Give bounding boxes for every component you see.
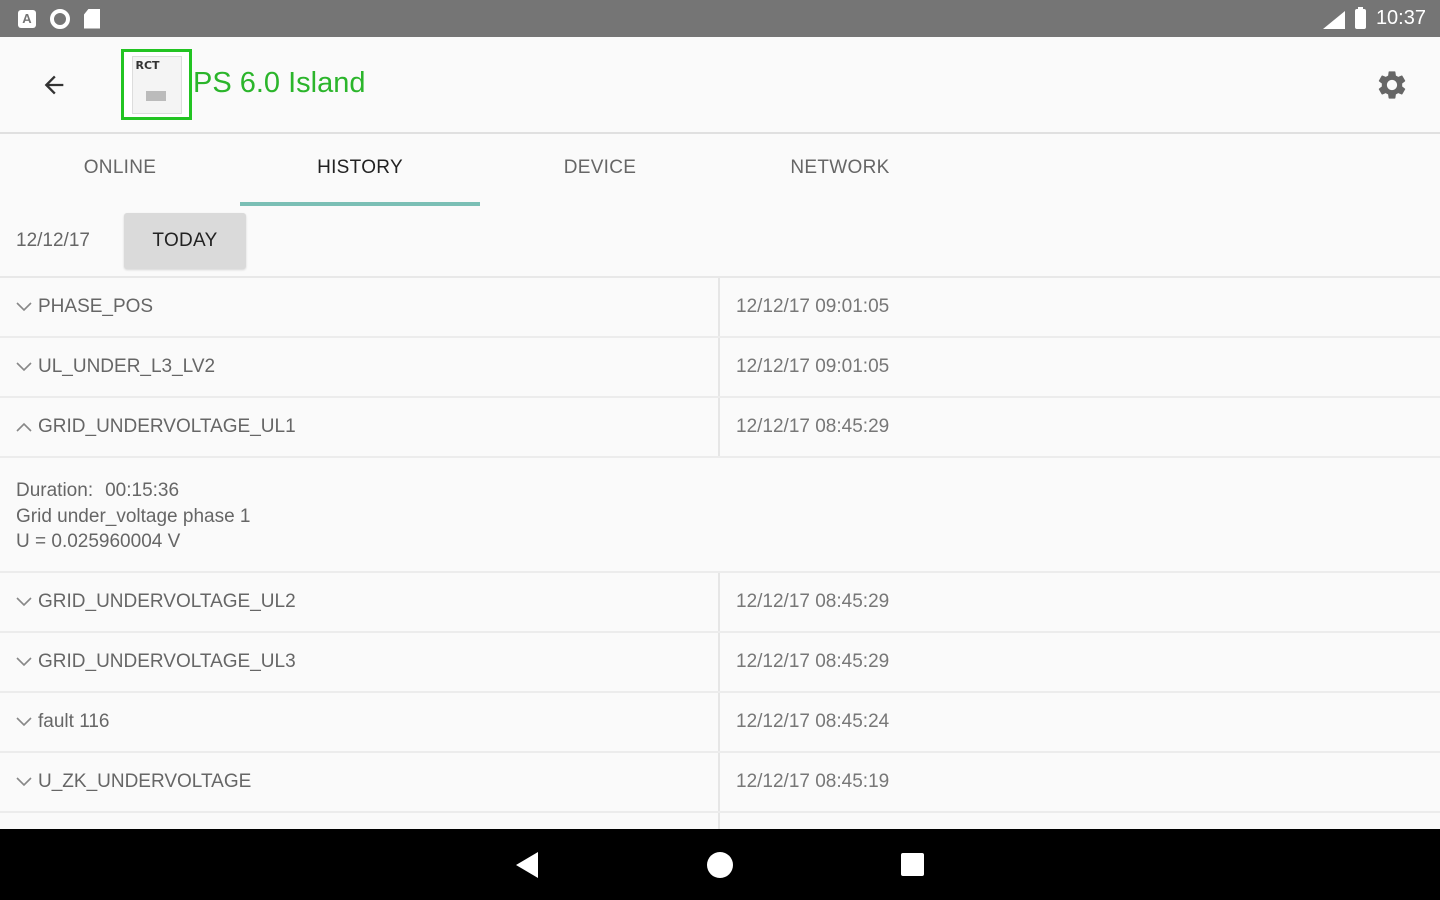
event-name: GRID_UNDERVOLTAGE_UL1 bbox=[38, 416, 296, 437]
back-button[interactable] bbox=[36, 67, 72, 103]
event-name-cell: GRID_UNDERVOLTAGE_UL3 bbox=[0, 633, 720, 691]
status-bar-left: A bbox=[18, 8, 100, 29]
device-logo-display bbox=[145, 90, 166, 101]
tab-network[interactable]: NETWORK bbox=[720, 136, 960, 206]
device-logo-image: RCT bbox=[131, 55, 182, 114]
nav-recents-icon[interactable] bbox=[901, 853, 924, 876]
event-description: Grid under_voltage phase 1 bbox=[16, 506, 251, 527]
page-title: PS 6.0 Island bbox=[193, 67, 366, 99]
selected-date[interactable]: 12/12/17 bbox=[16, 230, 90, 252]
a-notification-icon: A bbox=[18, 9, 36, 28]
chevron-down-icon bbox=[14, 712, 34, 732]
event-name-cell: U_ZK_UNDERVOLTAGE bbox=[0, 753, 720, 811]
event-row[interactable]: GRID_UNDERVOLTAGE_UL2 12/12/17 08:45:29 bbox=[0, 573, 1440, 633]
circle-notification-icon bbox=[50, 8, 70, 29]
event-row[interactable]: U_ZK_UNDERVOLTAGE 12/12/17 08:45:19 bbox=[0, 753, 1440, 813]
event-name: GRID_UNDERVOLTAGE_UL3 bbox=[38, 651, 296, 672]
gear-icon bbox=[1378, 71, 1406, 99]
event-time: 12/12/17 08:45:29 bbox=[736, 416, 890, 437]
arrow-back-icon bbox=[44, 75, 64, 95]
event-row[interactable]: UL_UNDER_L3_LV2 12/12/17 09:01:05 bbox=[0, 338, 1440, 398]
event-history-list: PHASE_POS 12/12/17 09:01:05 UL_UNDER_L3_… bbox=[0, 278, 1440, 833]
app-bar: RCT PS 6.0 Island bbox=[0, 37, 1440, 134]
chevron-down-icon bbox=[14, 297, 34, 317]
chevron-up-icon bbox=[14, 417, 34, 437]
battery-icon bbox=[1354, 6, 1366, 29]
event-name-cell: GRID_UNDERVOLTAGE_UL2 bbox=[0, 573, 720, 631]
tab-online[interactable]: ONLINE bbox=[0, 136, 240, 206]
nav-home-icon[interactable] bbox=[707, 852, 733, 878]
chevron-down-icon bbox=[14, 652, 34, 672]
status-time: 10:37 bbox=[1375, 7, 1426, 29]
event-value: U = 0.025960004 V bbox=[16, 531, 181, 552]
event-duration: Duration: 00:15:36 bbox=[16, 477, 1424, 504]
event-name: U_ZK_UNDERVOLTAGE bbox=[38, 771, 252, 792]
tab-history[interactable]: HISTORY bbox=[240, 136, 480, 206]
today-button[interactable]: TODAY bbox=[124, 213, 246, 269]
event-row[interactable]: fault 116 12/12/17 08:45:24 bbox=[0, 693, 1440, 753]
settings-button[interactable] bbox=[1372, 65, 1412, 105]
event-time: 12/12/17 08:45:24 bbox=[736, 711, 890, 732]
duration-label: Duration: bbox=[16, 480, 94, 501]
event-time: 12/12/17 09:01:05 bbox=[736, 356, 890, 377]
chevron-down-icon bbox=[14, 357, 34, 377]
event-name-cell: PHASE_POS bbox=[0, 278, 720, 336]
duration-value: 00:15:36 bbox=[105, 480, 180, 501]
event-time: 12/12/17 08:45:29 bbox=[736, 651, 890, 672]
sd-card-icon bbox=[84, 8, 100, 29]
event-name: PHASE_POS bbox=[38, 296, 154, 317]
event-name-cell: UL_UNDER_L3_LV2 bbox=[0, 338, 720, 396]
event-name: UL_UNDER_L3_LV2 bbox=[38, 356, 216, 377]
signal-icon bbox=[1321, 9, 1345, 29]
date-selector-row: 12/12/17 TODAY bbox=[0, 206, 1440, 278]
event-details: Duration: 00:15:36 Grid under_voltage pha… bbox=[0, 458, 1440, 573]
chevron-down-icon bbox=[14, 592, 34, 612]
event-time: 12/12/17 09:01:05 bbox=[736, 296, 890, 317]
device-logo: RCT bbox=[121, 49, 192, 120]
chevron-down-icon bbox=[14, 772, 34, 792]
event-time: 12/12/17 08:45:19 bbox=[736, 771, 890, 792]
event-name-cell: fault 116 bbox=[0, 693, 720, 751]
tab-device[interactable]: DEVICE bbox=[480, 136, 720, 206]
tab-bar: ONLINE HISTORY DEVICE NETWORK bbox=[0, 136, 1440, 206]
event-name-cell: GRID_UNDERVOLTAGE_UL1 bbox=[0, 398, 720, 456]
event-row[interactable]: GRID_UNDERVOLTAGE_UL3 12/12/17 08:45:29 bbox=[0, 633, 1440, 693]
nav-back-icon[interactable] bbox=[516, 852, 538, 878]
event-name: fault 116 bbox=[38, 711, 110, 732]
device-logo-text: RCT bbox=[135, 58, 160, 72]
event-name: GRID_UNDERVOLTAGE_UL2 bbox=[38, 591, 296, 612]
status-bar-right: 10:37 bbox=[1321, 6, 1426, 30]
event-row[interactable]: PHASE_POS 12/12/17 09:01:05 bbox=[0, 278, 1440, 338]
event-time: 12/12/17 08:45:29 bbox=[736, 591, 890, 612]
event-row-expanded[interactable]: GRID_UNDERVOLTAGE_UL1 12/12/17 08:45:29 bbox=[0, 398, 1440, 458]
status-bar: A 10:37 bbox=[0, 0, 1440, 37]
system-nav-bar bbox=[0, 829, 1440, 900]
